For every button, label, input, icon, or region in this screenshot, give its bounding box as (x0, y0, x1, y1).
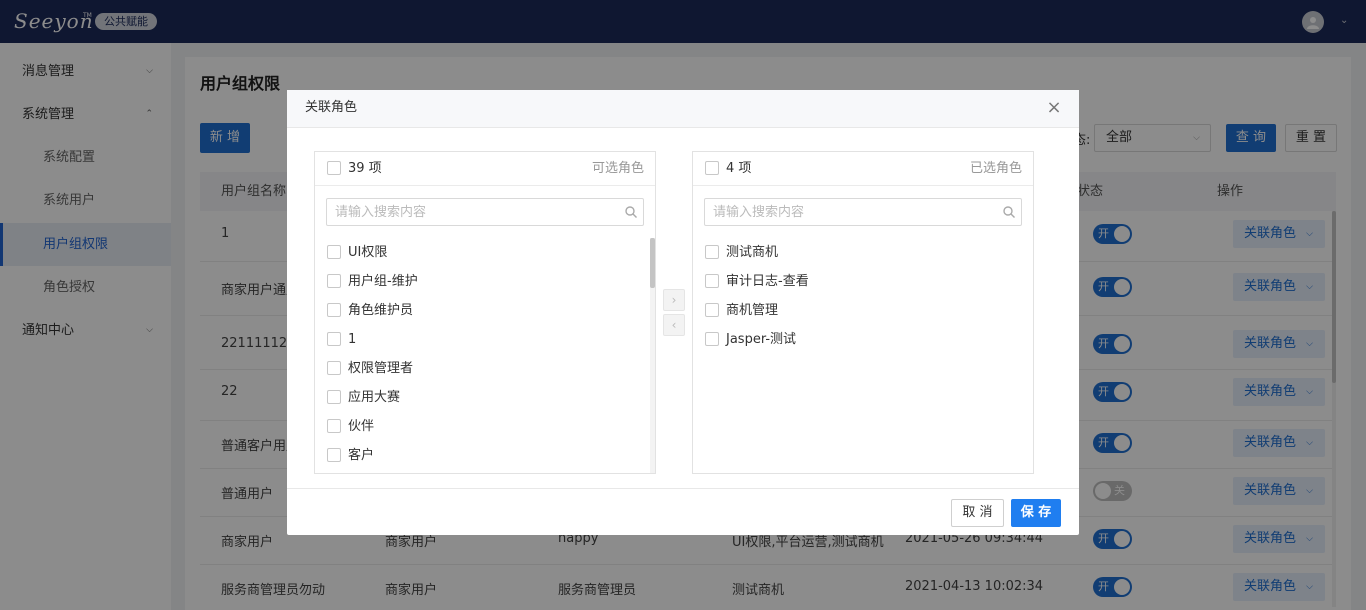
search-input[interactable] (705, 199, 995, 225)
panel-title: 可选角色 (591, 161, 644, 176)
role-checkbox[interactable] (327, 390, 341, 404)
selected-roles-panel: 4 项 已选角色 测试商机审计日志-查看商机管理 Jasper-测试 (692, 151, 1034, 474)
role-label: 权限管理者 (348, 361, 414, 376)
available-roles-panel: 39 项 可选角色 UI权限用户组-维护角色维护员 1 权限管理者应用大赛伙伴客户 (314, 151, 656, 474)
role-checkbox[interactable] (705, 274, 719, 288)
dialog-footer: 取 消 保 存 (287, 488, 1079, 535)
role-checkbox[interactable] (327, 274, 341, 288)
item-count: 39 项 (348, 161, 382, 176)
dialog-title: 关联角色 (305, 100, 358, 115)
role-label: 伙伴 (348, 419, 375, 434)
role-label: 角色维护员 (348, 303, 414, 318)
role-label: 应用大赛 (348, 390, 401, 405)
role-label: 用户组-维护 (348, 274, 418, 289)
role-list-item[interactable]: 角色维护员 (315, 296, 651, 325)
role-list-item[interactable]: 用户组-维护 (315, 267, 651, 296)
role-list-item[interactable]: 1 (315, 325, 651, 354)
role-checkbox[interactable] (327, 361, 341, 375)
role-list-item[interactable]: UI权限 (315, 238, 651, 267)
role-checkbox[interactable] (327, 419, 341, 433)
dialog-header: 关联角色 × (287, 90, 1079, 128)
search-icon (1003, 206, 1015, 218)
role-label: 商机管理 (726, 303, 779, 318)
save-button[interactable]: 保 存 (1011, 499, 1061, 527)
role-label: 1 (348, 332, 357, 347)
role-checkbox[interactable] (705, 245, 719, 259)
cancel-button[interactable]: 取 消 (951, 499, 1004, 527)
search-box (704, 198, 1022, 226)
role-list-item[interactable]: 商机管理 (693, 296, 1029, 325)
search-icon (625, 206, 637, 218)
role-list-item[interactable]: 伙伴 (315, 412, 651, 441)
role-checkbox[interactable] (705, 332, 719, 346)
search-box (326, 198, 644, 226)
panel-header: 4 项 已选角色 (693, 152, 1033, 186)
select-all-checkbox[interactable] (327, 161, 341, 175)
role-list-item[interactable]: 应用大赛 (315, 383, 651, 412)
role-checkbox[interactable] (327, 332, 341, 346)
role-checkbox[interactable] (327, 245, 341, 259)
role-label: UI权限 (348, 245, 388, 260)
panel-header: 39 项 可选角色 (315, 152, 655, 186)
role-checkbox[interactable] (327, 303, 341, 317)
role-list-item[interactable]: 权限管理者 (315, 354, 651, 383)
associate-roles-dialog: 关联角色 × 39 项 可选角色 UI权限用户组-维护角色维护员 1 权限管理者应用… (287, 90, 1079, 535)
move-right-button[interactable]: › (663, 289, 685, 311)
role-label: 测试商机 (726, 245, 779, 260)
role-list-item[interactable]: 客户 (315, 441, 651, 470)
list-scrollbar-thumb[interactable] (650, 238, 655, 288)
role-list-item[interactable]: Jasper-测试 (693, 325, 1029, 354)
role-label: Jasper-测试 (726, 332, 797, 347)
role-list-item[interactable]: 审计日志-查看 (693, 267, 1029, 296)
role-checkbox[interactable] (327, 448, 341, 462)
role-label: 客户 (348, 448, 375, 463)
close-icon[interactable]: × (1046, 97, 1062, 119)
move-left-button[interactable]: ‹ (663, 314, 685, 336)
search-input[interactable] (327, 199, 617, 225)
panel-title: 已选角色 (969, 161, 1022, 176)
select-all-checkbox[interactable] (705, 161, 719, 175)
role-list-item[interactable]: 测试商机 (693, 238, 1029, 267)
item-count: 4 项 (726, 161, 752, 176)
role-checkbox[interactable] (705, 303, 719, 317)
role-label: 审计日志-查看 (726, 274, 809, 289)
